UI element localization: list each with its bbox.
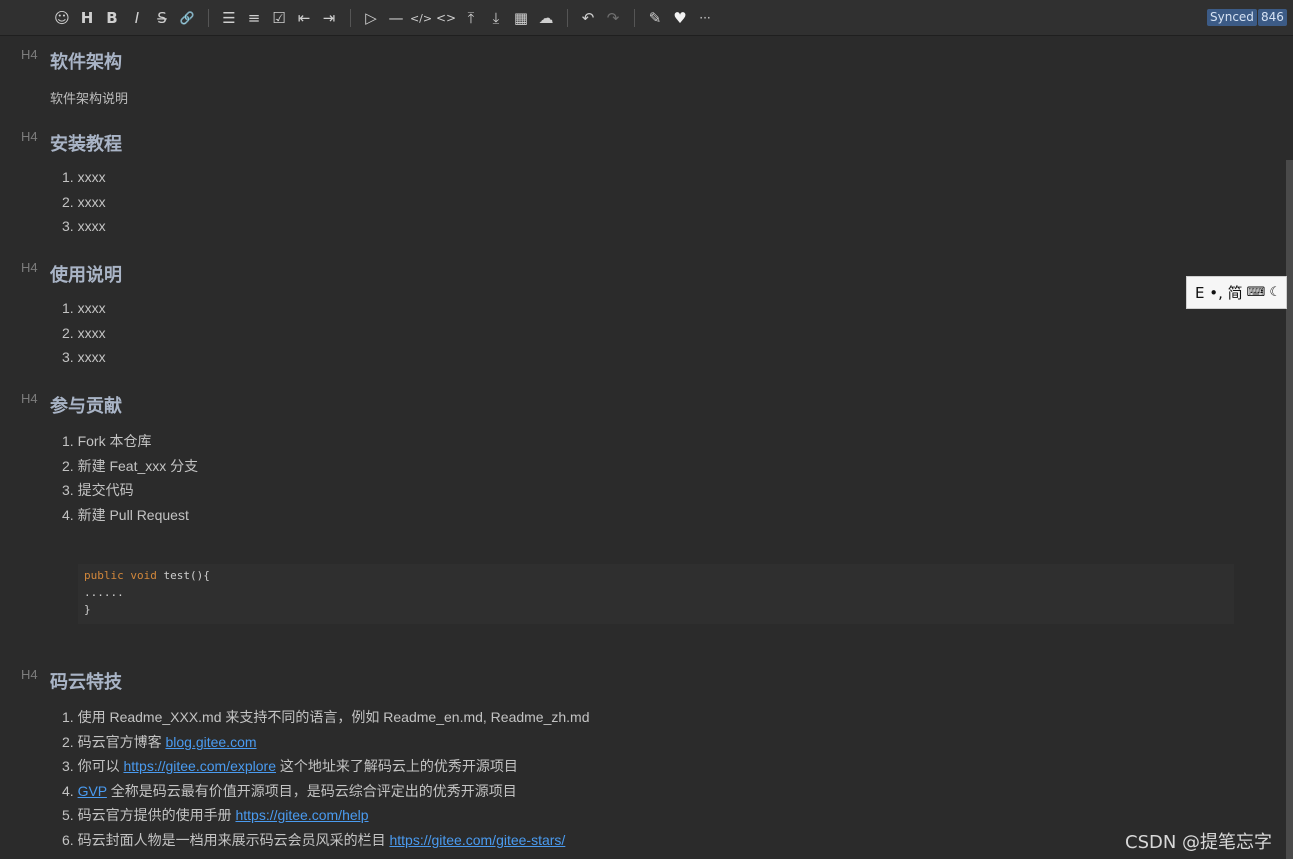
quote-icon[interactable]: ▷ <box>361 8 381 28</box>
list-item: 2. 新建 Feat_xxx 分支 <box>62 458 199 474</box>
link[interactable]: https://gitee.com/help <box>235 807 368 823</box>
edit-mode-icon[interactable]: ✎ <box>645 8 665 28</box>
bullet-list-icon[interactable]: ☰ <box>219 8 239 28</box>
toolbar-divider <box>634 9 635 27</box>
table-icon[interactable]: ▦ <box>511 8 531 28</box>
link[interactable]: https://gitee.com/gitee-stars/ <box>389 832 565 848</box>
keyboard-icon[interactable]: ⌨ <box>1247 285 1266 300</box>
code-line: ...... <box>84 586 124 599</box>
section-paragraph: 软件架构说明 <box>50 92 129 107</box>
strikethrough-icon[interactable]: S̶ <box>152 8 172 28</box>
ordered-list-icon[interactable]: ≡ <box>244 8 264 28</box>
indent-icon[interactable]: ⇥ <box>319 8 339 28</box>
checklist-icon[interactable]: ☑ <box>269 8 289 28</box>
list-item-text: 这个地址来了解码云上的优秀开源项目 <box>276 758 518 774</box>
heading-icon[interactable]: H <box>77 8 97 28</box>
toolbar-divider <box>350 9 351 27</box>
list-item: 5. 码云官方提供的使用手册 https://gitee.com/help <box>62 805 369 825</box>
list-item-text: 2. 码云官方博客 <box>62 734 166 750</box>
watermark: CSDN @提笔忘字 <box>1125 832 1273 853</box>
undo-icon[interactable]: ↶ <box>578 8 598 28</box>
list-item: 2. xxxx <box>62 194 106 210</box>
toolbar-divider <box>567 9 568 27</box>
link[interactable]: GVP <box>78 783 107 799</box>
ime-status-text: E •, 简 <box>1195 284 1243 302</box>
list-item: 3. xxxx <box>62 349 106 365</box>
code-keyword: void <box>130 569 157 582</box>
code-block: public void test(){ ...... } <box>78 564 1234 624</box>
section-heading: 码云特技 <box>50 672 122 693</box>
insert-after-icon[interactable]: ⤓ <box>486 8 506 28</box>
insert-before-icon[interactable]: ⤒ <box>461 8 481 28</box>
moon-icon[interactable]: ☾ <box>1269 285 1281 300</box>
more-icon[interactable]: ··· <box>695 8 715 28</box>
heading-level-marker: H4 <box>21 47 38 62</box>
list-item-text: 3. 你可以 <box>62 758 124 774</box>
list-item-text: 4. <box>62 783 78 799</box>
ime-toolbar[interactable]: E •, 简 ⌨ ☾ <box>1186 276 1287 309</box>
code-line: } <box>84 603 91 616</box>
list-item: 1. Fork 本仓库 <box>62 433 152 449</box>
upload-icon[interactable]: ☁ <box>536 8 556 28</box>
scrollbar-thumb[interactable] <box>1286 160 1293 859</box>
link-icon[interactable]: 🔗 <box>177 8 197 28</box>
toolbar-divider <box>208 9 209 27</box>
list-item: 1. 使用 Readme_XXX.md 来支持不同的语言，例如 Readme_e… <box>62 707 590 727</box>
italic-icon[interactable]: I <box>127 8 147 28</box>
list-item-text: 6. 码云封面人物是一档用来展示码云会员风采的栏目 <box>62 832 390 848</box>
redo-icon[interactable]: ↷ <box>603 8 623 28</box>
list-item-text: 全称是码云最有价值开源项目，是码云综合评定出的优秀开源项目 <box>106 783 517 799</box>
code-block-icon[interactable]: <> <box>436 8 456 28</box>
heading-level-marker: H4 <box>21 667 38 682</box>
heading-level-marker: H4 <box>21 391 38 406</box>
outdent-icon[interactable]: ⇤ <box>294 8 314 28</box>
list-item: 1. xxxx <box>62 300 106 316</box>
link[interactable]: blog.gitee.com <box>165 734 256 750</box>
link[interactable]: https://gitee.com/explore <box>123 758 276 774</box>
list-item: 2. xxxx <box>62 325 106 341</box>
list-item: 6. 码云封面人物是一档用来展示码云会员风采的栏目 https://gitee.… <box>62 830 565 850</box>
emoji-icon[interactable]: ☺ <box>52 8 72 28</box>
section-heading: 使用说明 <box>50 265 122 286</box>
code-keyword: public <box>84 569 124 582</box>
horizontal-rule-icon[interactable]: — <box>386 8 406 28</box>
list-item-text: 5. 码云官方提供的使用手册 <box>62 807 236 823</box>
code-text: test(){ <box>156 569 210 582</box>
list-item-text: 1. 使用 Readme_XXX.md 来支持不同的语言，例如 Readme_e… <box>62 709 590 725</box>
inline-code-icon[interactable]: </> <box>410 8 432 28</box>
code-line: public void test(){ <box>84 567 1228 584</box>
list-item: 3. 提交代码 <box>62 482 134 498</box>
heart-icon[interactable]: ♥ <box>670 8 690 28</box>
section-heading: 安装教程 <box>50 134 122 155</box>
list-item: 2. 码云官方博客 blog.gitee.com <box>62 732 257 752</box>
section-heading: 参与贡献 <box>50 396 122 417</box>
list-item: 4. 新建 Pull Request <box>62 507 189 523</box>
heading-level-marker: H4 <box>21 129 38 144</box>
list-item: 3. xxxx <box>62 218 106 234</box>
section-heading: 软件架构 <box>50 52 122 73</box>
sync-status-badge: Synced <box>1207 9 1257 26</box>
editor-toolbar: ☺ H B I S̶ 🔗 ☰ ≡ ☑ ⇤ ⇥ ▷ — </> <> ⤒ ⤓ ▦ … <box>0 0 1293 36</box>
list-item: 4. GVP 全称是码云最有价值开源项目，是码云综合评定出的优秀开源项目 <box>62 781 517 801</box>
bold-icon[interactable]: B <box>102 8 122 28</box>
word-count-badge: 846 <box>1258 9 1287 26</box>
list-item: 1. xxxx <box>62 169 106 185</box>
heading-level-marker: H4 <box>21 260 38 275</box>
list-item: 3. 你可以 https://gitee.com/explore 这个地址来了解… <box>62 756 518 776</box>
